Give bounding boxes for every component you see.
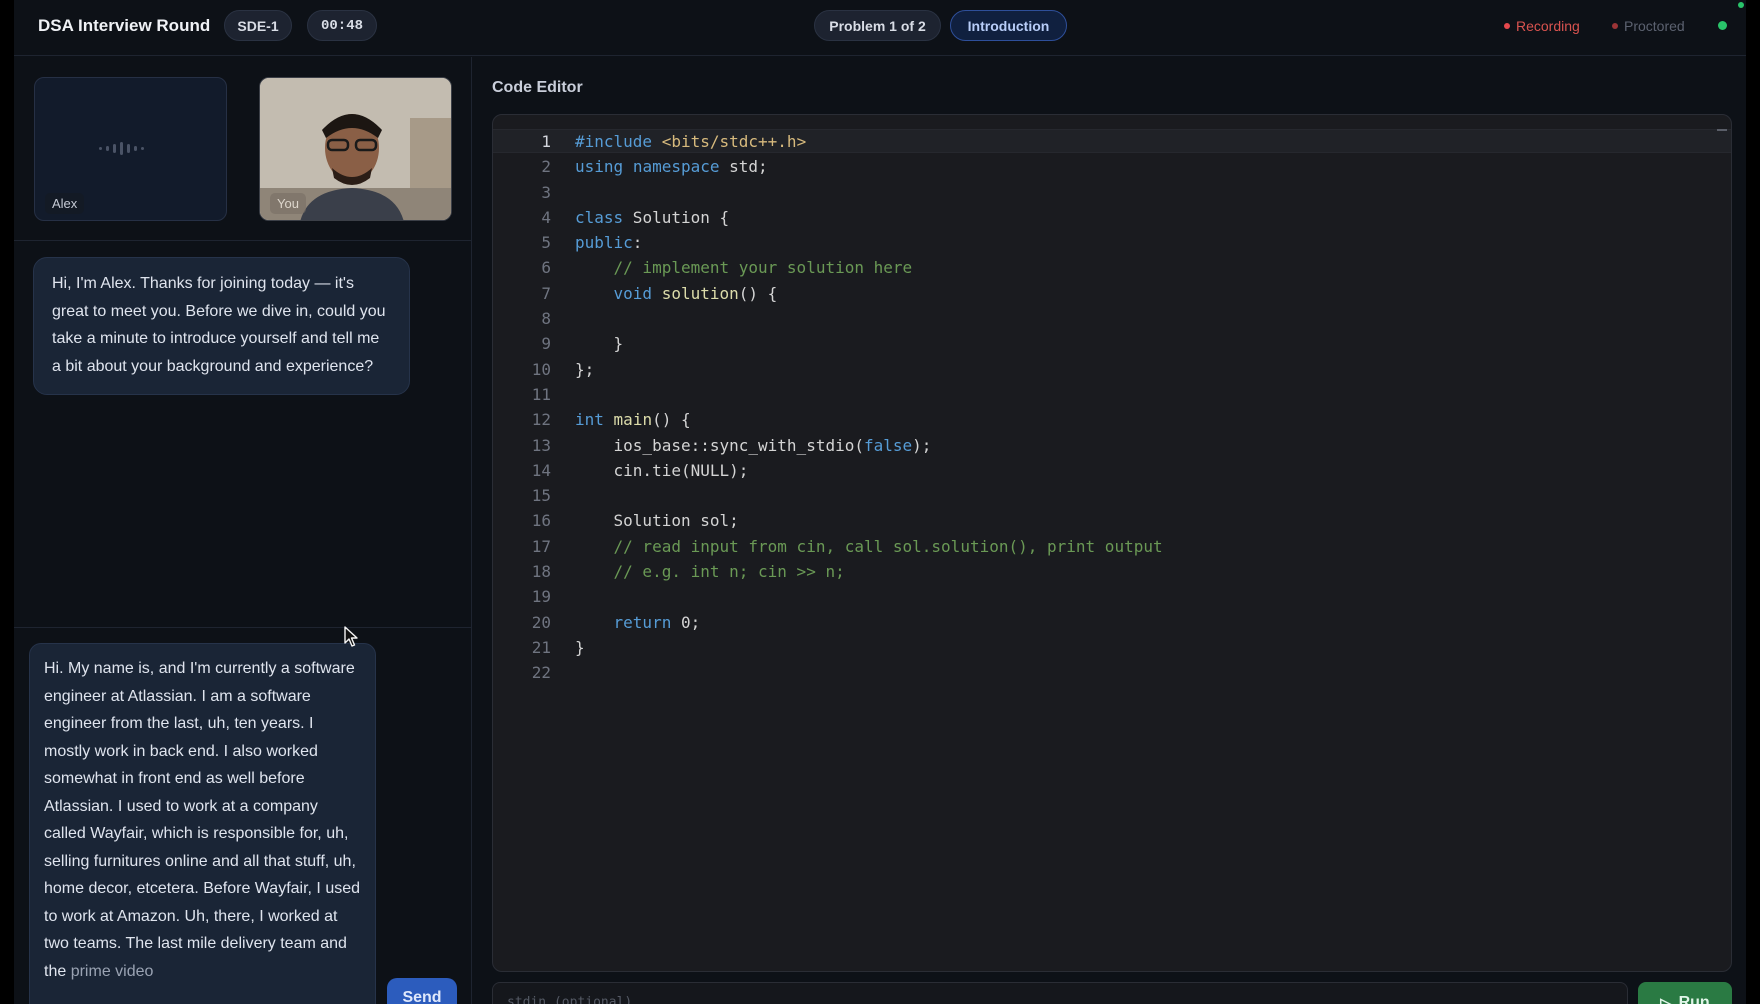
line-source: return 0;: [613, 612, 701, 632]
stdin-input[interactable]: stdin (optional): [492, 982, 1628, 1004]
line-number: 1: [541, 132, 551, 151]
code-editor[interactable]: 1 #include <bits/stdc++.h> 2 using namespac…: [492, 114, 1732, 972]
line-number: 4: [541, 207, 551, 227]
line-number: 8: [541, 309, 551, 329]
line-source: cin.tie(NULL);: [575, 460, 749, 480]
mouse-cursor-icon: [344, 626, 358, 647]
divider: [14, 627, 472, 628]
interviewer-message: Hi, I'm Alex. Thanks for joining today —…: [33, 257, 410, 395]
line-number: 3: [541, 182, 551, 202]
scrollbar-marker[interactable]: [1717, 129, 1727, 131]
line-number: 7: [541, 283, 551, 303]
line-number: 16: [531, 511, 551, 531]
recording-label: Recording: [1516, 18, 1580, 34]
line-source: // read input from cin, call sol.solutio…: [613, 536, 1163, 556]
line-number: 15: [531, 486, 551, 506]
line-number: 9: [541, 334, 551, 354]
transcript-input[interactable]: Hi. My name is, and I'm currently a soft…: [29, 643, 376, 1004]
line-source: public:: [575, 233, 643, 253]
run-label: Run: [1678, 994, 1710, 1004]
transcript-tail-text: prime video: [70, 962, 154, 980]
divider: [14, 240, 472, 241]
line-source: };: [575, 359, 595, 379]
line-source: // e.g. int n; cin >> n;: [613, 562, 845, 582]
live-indicator-icon: [1738, 2, 1744, 8]
line-source: class Solution {: [575, 207, 730, 227]
proctored-label: Proctored: [1624, 18, 1685, 34]
timer-badge: 00:48: [307, 10, 377, 41]
line-number: 18: [531, 562, 551, 582]
line-number: 19: [531, 587, 551, 607]
level-badge: SDE-1: [224, 10, 292, 41]
line-source: }: [575, 334, 624, 354]
line-number: 22: [531, 663, 551, 683]
audio-wave-icon: [99, 142, 144, 155]
play-icon: ▷: [1660, 994, 1672, 1004]
page-title: DSA Interview Round: [38, 16, 211, 35]
line-number: 12: [531, 410, 551, 430]
line-source: void solution() {: [613, 283, 778, 303]
line-number: 6: [541, 258, 551, 278]
top-bar: DSA Interview Round SDE-1 00:48 Problem …: [14, 0, 1746, 56]
line-number: 13: [531, 435, 551, 455]
phase-badge: Introduction: [950, 10, 1067, 41]
line-number: 20: [531, 612, 551, 632]
line-source: Solution sol;: [575, 511, 739, 531]
recording-status: Recording: [1504, 18, 1580, 34]
line-source: int main() {: [575, 410, 691, 430]
line-source: }: [575, 637, 585, 657]
line-number: 11: [531, 384, 551, 404]
conversation-panel: Alex You Hi, I'm Alex. Thanks for joinin…: [14, 57, 472, 1004]
interviewer-name-label: Alex: [45, 193, 85, 214]
line-number: 2: [541, 157, 551, 177]
proctored-dot-icon: [1612, 23, 1618, 29]
self-video-tile: You: [259, 77, 452, 221]
interview-app: DSA Interview Round SDE-1 00:48 Problem …: [14, 0, 1746, 1004]
self-name-label: You: [270, 193, 306, 214]
recording-dot-icon: [1504, 23, 1510, 29]
send-button[interactable]: Send: [387, 978, 457, 1004]
line-source: using namespace std;: [575, 157, 768, 177]
connection-status-icon: [1718, 21, 1727, 30]
line-source: ios_base::sync_with_stdio(false);: [575, 435, 932, 455]
line-source: #include <bits/stdc++.h>: [575, 132, 807, 151]
proctored-status: Proctored: [1612, 18, 1685, 34]
editor-title: Code Editor: [492, 79, 583, 96]
problem-counter-badge: Problem 1 of 2: [814, 10, 941, 41]
line-source: // implement your solution here: [613, 258, 913, 278]
transcript-text: Hi. My name is, and I'm currently a soft…: [44, 660, 361, 980]
line-number: 5: [541, 233, 551, 253]
run-button[interactable]: ▷ Run: [1638, 982, 1732, 1004]
line-number: 21: [531, 637, 551, 657]
line-number: 17: [531, 536, 551, 556]
line-number: 10: [531, 359, 551, 379]
line-number: 14: [531, 460, 551, 480]
interviewer-video-tile: Alex: [34, 77, 227, 221]
